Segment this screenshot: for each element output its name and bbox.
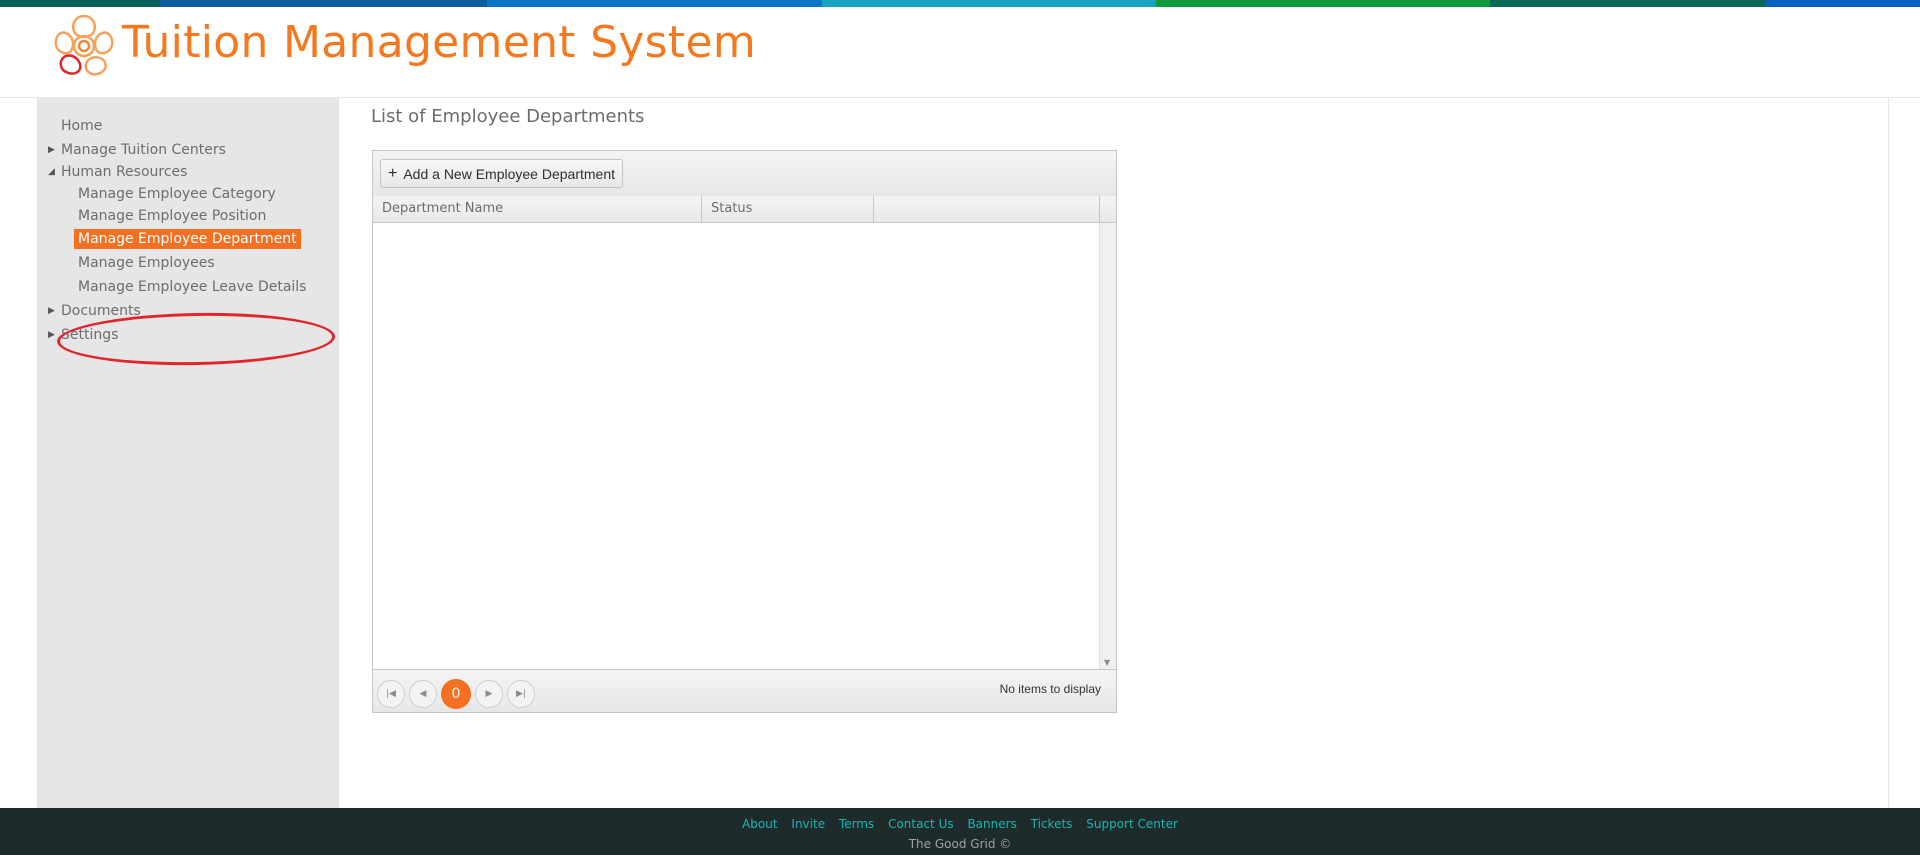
sidebar-item-manage-employee-department[interactable]: Manage Employee Department bbox=[37, 227, 339, 251]
next-page-icon[interactable]: ▶ bbox=[475, 680, 503, 708]
footer-link-support-center[interactable]: Support Center bbox=[1086, 817, 1178, 831]
grid-toolbar: + Add a New Employee Department bbox=[373, 151, 1116, 197]
footer-link-about[interactable]: About bbox=[742, 817, 777, 831]
pager-info: No items to display bbox=[999, 682, 1101, 696]
current-page-badge[interactable]: 0 bbox=[441, 679, 471, 709]
footer-link-banners[interactable]: Banners bbox=[967, 817, 1016, 831]
sidebar-item-label: Human Resources bbox=[61, 164, 188, 180]
grid-body bbox=[373, 223, 1099, 669]
sidebar-nav: Home ▶ Manage Tuition Centers ◢ Human Re… bbox=[37, 114, 339, 347]
add-department-button-label: Add a New Employee Department bbox=[403, 165, 616, 182]
departments-grid: + Add a New Employee Department Departme… bbox=[372, 150, 1117, 713]
caret-right-icon[interactable]: ▶ bbox=[48, 323, 55, 347]
app-title: Tuition Management System bbox=[122, 17, 756, 68]
sidebar-item-settings[interactable]: ▶ Settings bbox=[37, 323, 339, 347]
sidebar-item-human-resources[interactable]: ◢ Human Resources bbox=[37, 162, 339, 182]
top-color-bar bbox=[0, 0, 1920, 7]
sidebar-item-label: Documents bbox=[61, 303, 141, 319]
sidebar-item-label: Manage Employee Department bbox=[74, 229, 301, 249]
sidebar-item-label: Manage Employee Position bbox=[78, 208, 267, 224]
caret-right-icon[interactable]: ▶ bbox=[48, 299, 55, 323]
sidebar-item-label: Settings bbox=[61, 327, 119, 343]
column-header-status[interactable]: Status bbox=[702, 196, 874, 222]
sidebar-item-label: Manage Employees bbox=[78, 255, 215, 271]
app-header: Tuition Management System bbox=[0, 7, 1920, 98]
footer: About Invite Terms Contact Us Banners Ti… bbox=[0, 808, 1920, 855]
footer-link-invite[interactable]: Invite bbox=[791, 817, 825, 831]
footer-link-contact-us[interactable]: Contact Us bbox=[888, 817, 954, 831]
grid-header: Department Name Status bbox=[373, 196, 1116, 223]
scroll-down-arrow-icon[interactable]: ▼ bbox=[1104, 658, 1110, 667]
footer-link-terms[interactable]: Terms bbox=[839, 817, 874, 831]
sidebar-item-manage-employee-leave-details[interactable]: Manage Employee Leave Details bbox=[37, 275, 339, 299]
first-page-icon[interactable]: |◀ bbox=[377, 680, 405, 708]
previous-page-icon[interactable]: ◀ bbox=[409, 680, 437, 708]
sidebar-item-manage-tuition-centers[interactable]: ▶ Manage Tuition Centers bbox=[37, 138, 339, 162]
sidebar-item-documents[interactable]: ▶ Documents bbox=[37, 299, 339, 323]
last-page-icon[interactable]: ▶| bbox=[507, 680, 535, 708]
column-header-department-name[interactable]: Department Name bbox=[373, 196, 702, 222]
column-header-actions bbox=[874, 196, 1100, 222]
flower-logo-icon bbox=[54, 14, 114, 76]
plus-icon: + bbox=[388, 164, 398, 182]
sidebar: Home ▶ Manage Tuition Centers ◢ Human Re… bbox=[37, 98, 339, 808]
content-divider bbox=[1888, 98, 1889, 808]
caret-right-icon[interactable]: ▶ bbox=[48, 138, 55, 162]
sidebar-item-label: Manage Employee Leave Details bbox=[78, 279, 307, 295]
sidebar-item-manage-employee-category[interactable]: Manage Employee Category bbox=[37, 182, 339, 206]
sidebar-item-home[interactable]: Home bbox=[37, 114, 339, 138]
sidebar-item-label: Manage Tuition Centers bbox=[61, 142, 226, 158]
footer-links: About Invite Terms Contact Us Banners Ti… bbox=[0, 817, 1920, 831]
page-title: List of Employee Departments bbox=[371, 106, 645, 127]
footer-link-tickets[interactable]: Tickets bbox=[1031, 817, 1073, 831]
sidebar-item-label: Manage Employee Category bbox=[78, 186, 276, 202]
vertical-scrollbar[interactable]: ▼ bbox=[1099, 223, 1116, 669]
grid-pager: |◀ ◀ 0 ▶ ▶| No items to display bbox=[373, 669, 1116, 712]
sidebar-item-manage-employee-position[interactable]: Manage Employee Position bbox=[37, 206, 339, 227]
add-department-button[interactable]: + Add a New Employee Department bbox=[380, 159, 624, 188]
footer-copyright: The Good Grid © bbox=[908, 837, 1012, 851]
sidebar-item-label: Home bbox=[61, 118, 103, 134]
caret-down-icon[interactable]: ◢ bbox=[48, 162, 55, 182]
sidebar-item-manage-employees[interactable]: Manage Employees bbox=[37, 251, 339, 275]
